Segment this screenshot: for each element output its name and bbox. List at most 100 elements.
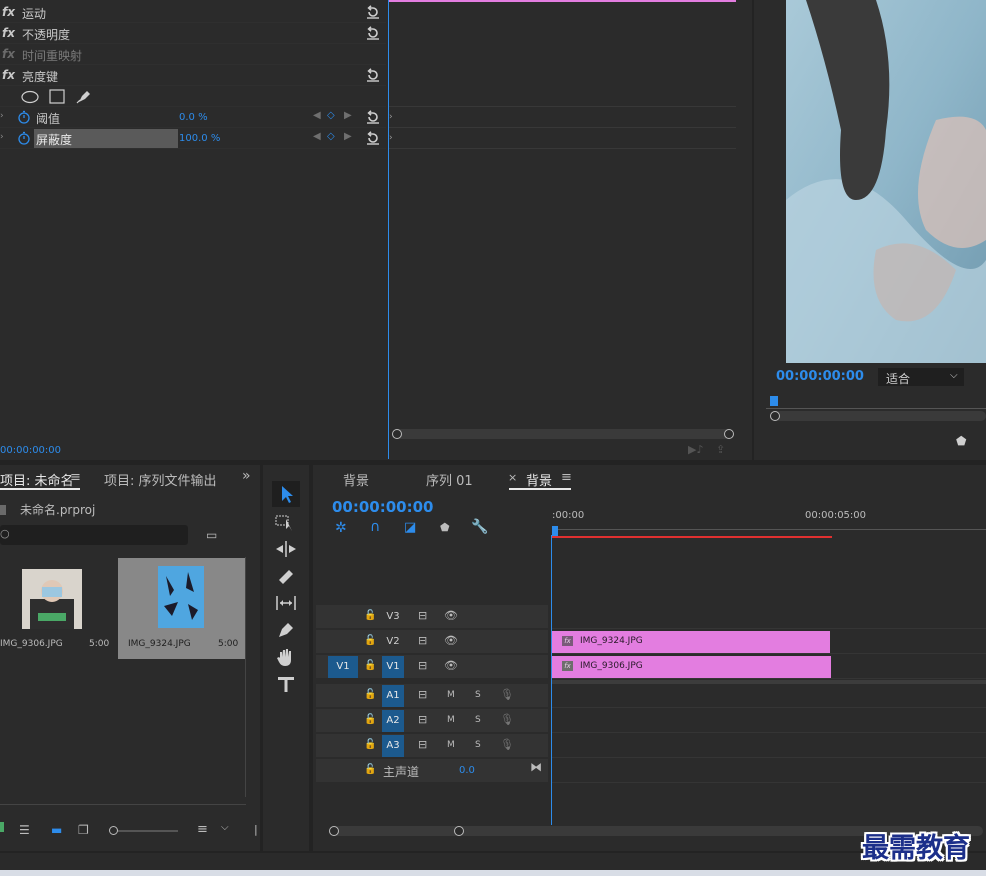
chevron-down-icon[interactable]: ⌵ — [221, 822, 229, 833]
sync-lock-icon[interactable]: ⊟ — [418, 609, 427, 622]
effect-row-luma-key[interactable]: fx 亮度键 — [0, 65, 386, 86]
track-name[interactable]: A2 — [382, 710, 404, 732]
icon-view-icon[interactable]: ▬ — [51, 823, 62, 837]
fit-select[interactable]: 适合 ⌵ — [878, 368, 964, 386]
reset-icon[interactable] — [366, 5, 380, 19]
tab-sequence-bg-active[interactable]: 背景 — [526, 470, 552, 489]
stopwatch-icon[interactable] — [17, 110, 31, 124]
track-name[interactable]: V1 — [382, 656, 404, 678]
track-name[interactable]: V2 — [382, 631, 404, 653]
work-area-bar[interactable] — [552, 536, 832, 538]
param-value[interactable]: 0.0 % — [179, 112, 208, 123]
marker-icon[interactable]: ⬟ — [956, 434, 966, 448]
track-header-v1[interactable]: V1 🔓 V1 ⊟ 👁 — [316, 655, 548, 679]
track-select-tool[interactable] — [272, 509, 300, 535]
linked-selection-icon[interactable]: ◪ — [404, 520, 416, 535]
master-expand-icon[interactable]: ⧓ — [530, 760, 542, 774]
lock-icon[interactable]: 🔓 — [364, 635, 376, 646]
sync-lock-icon[interactable]: ⊟ — [418, 713, 427, 726]
track-lane-a1[interactable] — [552, 684, 986, 708]
more-icon[interactable]: | — [254, 823, 258, 836]
type-tool[interactable] — [272, 671, 300, 697]
add-keyframe-icon[interactable]: ◇ — [327, 110, 335, 121]
mute-button[interactable]: M — [447, 690, 455, 700]
new-bin-icon[interactable]: ▭ — [206, 528, 217, 542]
eye-icon[interactable]: 👁 — [444, 634, 458, 647]
tab-project-untitled[interactable]: 项目: 未命名 — [0, 470, 74, 489]
track-lane-master[interactable] — [552, 759, 986, 783]
track-name[interactable]: A3 — [382, 735, 404, 757]
track-header-a3[interactable]: 🔓 A3 ⊟ M S 🎙 — [316, 734, 548, 758]
panel-menu-icon[interactable]: ≡ — [561, 470, 572, 485]
tab-sequence-bg-1[interactable]: 背景 — [343, 470, 369, 489]
tab-project-sequence-output[interactable]: 项目: 序列文件输出 — [104, 470, 217, 489]
solo-button[interactable]: S — [475, 690, 481, 700]
track-header-v2[interactable]: 🔓 V2 ⊟ 👁 — [316, 630, 548, 654]
track-header-a2[interactable]: 🔓 A2 ⊟ M S 🎙 — [316, 709, 548, 733]
play-audio-icon[interactable]: ▶♪ — [688, 443, 703, 456]
project-item-selected[interactable]: IMG_9324.JPG 5:00 — [118, 558, 245, 659]
ellipse-mask-icon[interactable] — [21, 90, 39, 104]
source-patch-v1[interactable]: V1 — [328, 656, 358, 678]
effect-row-opacity[interactable]: fx 不透明度 — [0, 23, 386, 44]
freeform-view-icon[interactable]: ❐ — [78, 823, 89, 837]
lock-icon[interactable]: 🔓 — [364, 660, 376, 671]
program-ruler[interactable] — [766, 396, 986, 410]
wrench-settings-icon[interactable]: 🔧 — [471, 519, 488, 535]
lock-icon[interactable]: 🔓 — [364, 689, 376, 700]
tab-sequence-01[interactable]: 序列 01 — [426, 470, 473, 489]
sync-lock-icon[interactable]: ⊟ — [418, 634, 427, 647]
lock-icon[interactable]: 🔓 — [364, 739, 376, 750]
reset-icon[interactable] — [366, 68, 380, 82]
lock-icon[interactable]: 🔓 — [364, 764, 376, 775]
track-name[interactable]: A1 — [382, 685, 404, 707]
fx-badge[interactable]: fx — [2, 68, 15, 82]
program-timecode[interactable]: 00:00:00:00 — [776, 369, 864, 384]
pen-tool[interactable] — [272, 617, 300, 643]
playhead-handle[interactable] — [552, 526, 558, 536]
pen-mask-icon[interactable] — [76, 88, 92, 104]
track-header-v3[interactable]: 🔓 V3 ⊟ 👁 — [316, 605, 548, 629]
prev-keyframe-icon[interactable]: ◀ — [313, 110, 321, 121]
track-lane-v1[interactable]: fx IMG_9306.JPG — [552, 655, 986, 679]
mic-icon[interactable]: 🎙 — [500, 738, 514, 751]
selection-tool[interactable] — [272, 481, 300, 507]
param-value[interactable]: 100.0 % — [179, 133, 220, 144]
more-tabs-icon[interactable]: » — [242, 468, 251, 484]
razor-tool[interactable] — [272, 563, 300, 589]
ripple-edit-tool[interactable] — [272, 536, 300, 562]
sync-lock-icon[interactable]: ⊟ — [418, 659, 427, 672]
track-lane-a2[interactable] — [552, 709, 986, 733]
mic-icon[interactable]: 🎙 — [500, 688, 514, 701]
sort-icon[interactable]: ≡ — [197, 822, 208, 837]
export-icon[interactable]: ⇪ — [716, 443, 725, 456]
panel-menu-icon[interactable]: ≡ — [70, 470, 81, 485]
lock-icon[interactable]: 🔓 — [364, 714, 376, 725]
reset-icon[interactable] — [366, 131, 380, 145]
expand-arrow-icon[interactable]: › — [0, 132, 4, 142]
mute-button[interactable]: M — [447, 715, 455, 725]
track-header-a1[interactable]: 🔓 A1 ⊟ M S 🎙 — [316, 684, 548, 708]
nest-icon[interactable]: ✲ — [335, 520, 347, 536]
stopwatch-icon[interactable] — [17, 131, 31, 145]
master-volume-value[interactable]: 0.0 — [459, 765, 475, 776]
project-item[interactable]: IMG_9306.JPG 5:00 — [0, 559, 117, 659]
expand-arrow-icon[interactable]: › — [0, 111, 4, 121]
lock-icon[interactable]: 🔓 — [364, 610, 376, 621]
track-header-master[interactable]: 🔓 主声道 0.0 ⧓ — [316, 759, 548, 783]
track-lane-a3[interactable] — [552, 734, 986, 758]
mic-icon[interactable]: 🎙 — [500, 713, 514, 726]
sync-lock-icon[interactable]: ⊟ — [418, 688, 427, 701]
next-keyframe-icon[interactable]: ▶ — [344, 131, 352, 142]
solo-button[interactable]: S — [475, 715, 481, 725]
add-marker-icon[interactable]: ⬟ — [440, 521, 450, 534]
effect-row-motion[interactable]: fx 运动 — [0, 2, 386, 23]
fx-badge[interactable]: fx — [2, 5, 15, 19]
sync-lock-icon[interactable]: ⊟ — [418, 738, 427, 751]
param-row-threshold[interactable]: › 阈值 0.0 % ◀ ◇ ▶ — [0, 107, 386, 128]
list-view-icon[interactable]: ☰ — [19, 823, 30, 837]
slip-tool[interactable] — [272, 590, 300, 616]
hand-tool[interactable] — [272, 644, 300, 670]
effect-row-time-remap[interactable]: fx 时间重映射 — [0, 44, 386, 65]
add-keyframe-icon[interactable]: ◇ — [327, 131, 335, 142]
